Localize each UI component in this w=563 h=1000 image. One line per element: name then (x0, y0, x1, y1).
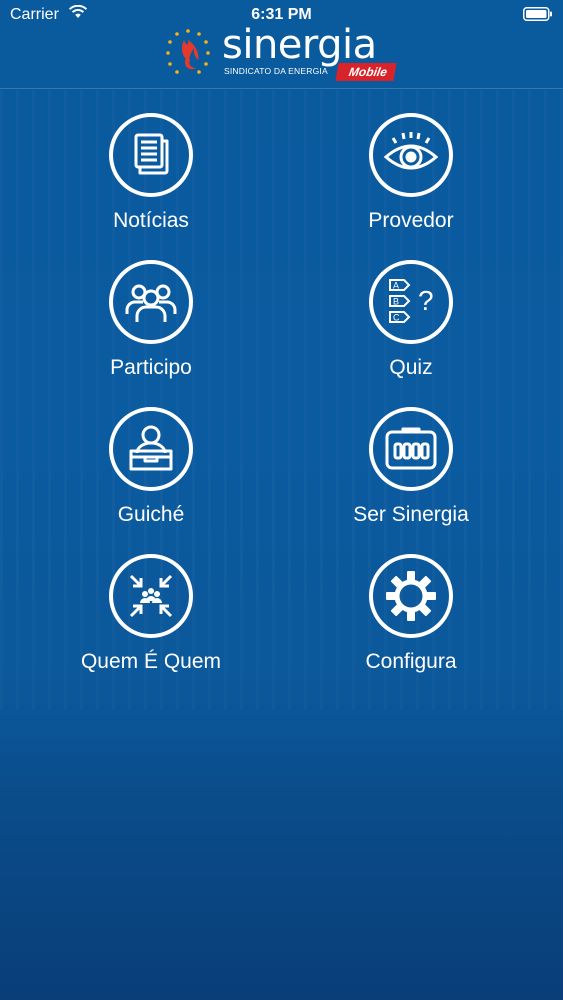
group-icon (109, 260, 193, 344)
meeting-icon (109, 554, 193, 638)
app-header: sinergia SINDICATO DA ENERGIA Mobile (0, 22, 563, 89)
menu-item-guiche[interactable]: Guiché (51, 407, 251, 527)
logo-badge: Mobile (335, 63, 397, 81)
logo-subtitle: SINDICATO DA ENERGIA (224, 66, 328, 76)
logo-wordmark: sinergia (222, 22, 377, 68)
menu-item-quem-e-quem[interactable]: Quem É Quem (51, 554, 251, 674)
news-icon (109, 113, 193, 197)
gear-icon (369, 554, 453, 638)
svg-text:?: ? (418, 285, 434, 316)
menu-label-quem-e-quem: Quem É Quem (80, 650, 222, 673)
menu-label-noticias: Notícias (113, 209, 189, 232)
svg-text:B: B (393, 297, 399, 307)
menu-item-configura[interactable]: Configura (311, 554, 511, 674)
svg-text:C: C (393, 313, 400, 323)
menu-label-ser-sinergia: Ser Sinergia (353, 503, 469, 526)
menu-label-participo: Participo (110, 356, 192, 379)
menu-label-guiche: Guiché (117, 503, 185, 526)
menu-label-provedor: Provedor (368, 209, 454, 232)
battery-icon (523, 7, 553, 26)
menu-label-quiz: Quiz (389, 356, 433, 379)
counter-icon (109, 407, 193, 491)
menu-item-participo[interactable]: Participo (51, 260, 251, 380)
menu-item-noticias[interactable]: Notícias (51, 113, 251, 233)
card-icon (369, 407, 453, 491)
eye-icon (369, 113, 453, 197)
menu-item-quiz[interactable]: A B C ? Quiz (311, 260, 511, 380)
quiz-icon: A B C ? (369, 260, 453, 344)
menu-item-ser-sinergia[interactable]: Ser Sinergia (311, 407, 511, 527)
menu-item-provedor[interactable]: Provedor (311, 113, 511, 233)
sinergia-logo-icon (160, 28, 216, 83)
svg-text:A: A (393, 281, 399, 291)
menu-label-configura: Configura (365, 650, 457, 673)
